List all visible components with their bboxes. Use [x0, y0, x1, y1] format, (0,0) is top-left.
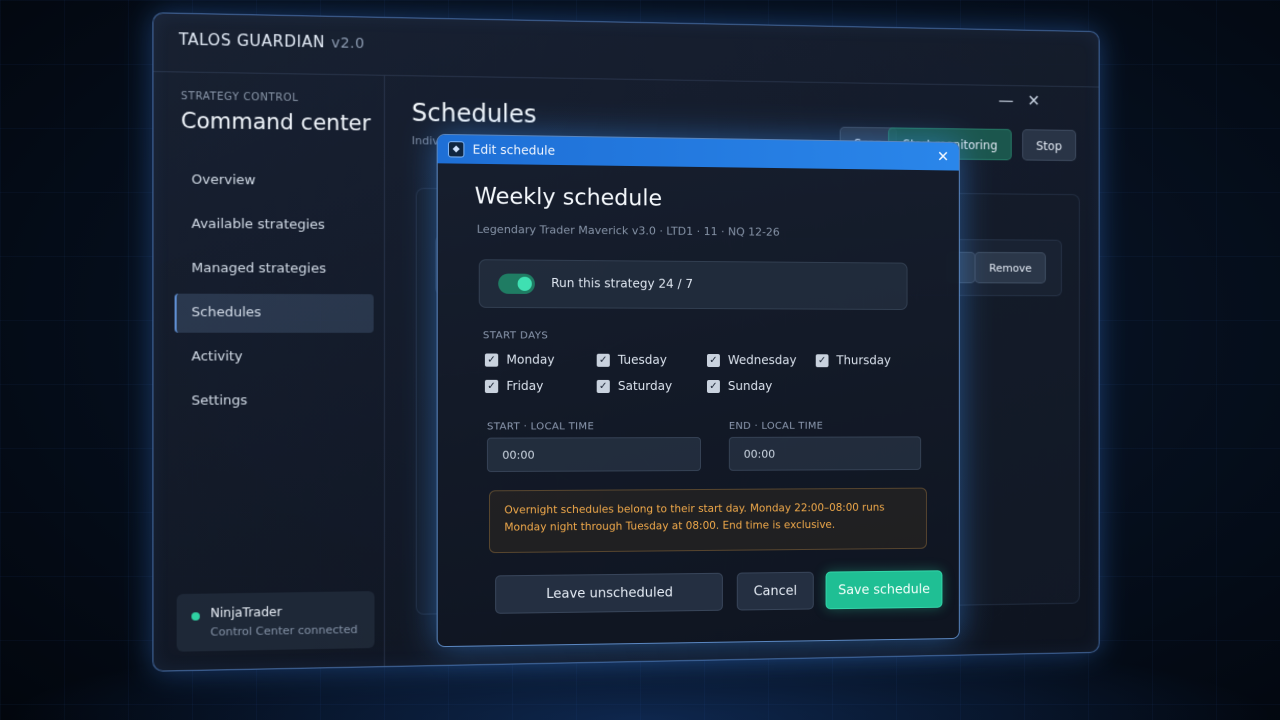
- day-saturday-checkbox[interactable]: ✓ Saturday: [596, 378, 673, 394]
- sidebar-item-available-strategies[interactable]: Available strategies: [177, 205, 384, 245]
- app-version: v2.0: [331, 35, 365, 53]
- day-tuesday-checkbox[interactable]: ✓ Tuesday: [596, 352, 667, 367]
- leave-unscheduled-button[interactable]: Leave unscheduled: [495, 572, 723, 614]
- dialog-titlebar: ◆ Edit schedule ✕: [437, 134, 959, 171]
- day-label: Monday: [506, 352, 555, 367]
- connection-status-card: NinjaTrader Control Center connected: [176, 591, 375, 652]
- checkbox-checked-icon: ✓: [706, 353, 720, 367]
- page-title: Schedules: [411, 98, 537, 129]
- sidebar: STRATEGY CONTROL Command center Overview…: [153, 71, 385, 671]
- start-days-label: START DAYS: [482, 330, 549, 342]
- checkbox-checked-icon: ✓: [815, 353, 829, 367]
- toggle-knob: [517, 276, 532, 291]
- checkbox-checked-icon: ✓: [706, 379, 720, 393]
- day-friday-checkbox[interactable]: ✓ Friday: [484, 378, 544, 394]
- sidebar-item-managed-strategies[interactable]: Managed strategies: [177, 249, 384, 289]
- day-label: Tuesday: [617, 352, 667, 367]
- app-name: TALOS GUARDIAN: [178, 30, 326, 52]
- day-label: Friday: [506, 378, 544, 394]
- end-time-label: END · LOCAL TIME: [728, 420, 824, 432]
- stop-button[interactable]: Stop: [1021, 129, 1077, 162]
- status-title: NinjaTrader: [210, 604, 282, 621]
- day-label: Wednesday: [727, 353, 797, 368]
- app-title: TALOS GUARDIAN v2.0: [179, 30, 365, 52]
- day-sunday-checkbox[interactable]: ✓ Sunday: [706, 379, 773, 393]
- checkbox-checked-icon: ✓: [596, 379, 610, 393]
- sidebar-item-overview[interactable]: Overview: [177, 161, 384, 202]
- sidebar-item-settings[interactable]: Settings: [177, 382, 384, 422]
- dialog-subheading: Legendary Trader Maverick v3.0 · LTD1 · …: [476, 222, 780, 239]
- day-wednesday-checkbox[interactable]: ✓ Wednesday: [706, 353, 797, 368]
- overnight-notice: Overnight schedules belong to their star…: [488, 487, 927, 554]
- day-thursday-checkbox[interactable]: ✓ Thursday: [815, 353, 891, 368]
- start-days-grid: ✓ Monday ✓ Tuesday ✓ Wednesday ✓ Thursda…: [484, 352, 923, 393]
- dialog-title: Edit schedule: [472, 142, 556, 158]
- run-247-toggle[interactable]: [498, 273, 535, 294]
- day-label: Sunday: [727, 379, 773, 393]
- status-subtitle: Control Center connected: [210, 622, 358, 639]
- start-time-input[interactable]: [486, 437, 702, 473]
- save-schedule-button[interactable]: Save schedule: [825, 570, 943, 610]
- day-monday-checkbox[interactable]: ✓ Monday: [484, 352, 555, 367]
- checkbox-checked-icon: ✓: [484, 379, 499, 393]
- sidebar-item-schedules[interactable]: Schedules: [174, 293, 374, 333]
- checkbox-checked-icon: ✓: [484, 352, 499, 367]
- dialog-close-icon[interactable]: ✕: [937, 148, 949, 166]
- page-subtitle: Indiv: [411, 134, 440, 148]
- sidebar-nav: Overview Available strategies Managed st…: [174, 161, 384, 426]
- sidebar-heading: Command center: [180, 108, 371, 136]
- run-247-card: Run this strategy 24 / 7: [478, 259, 908, 311]
- app-logo-icon: ◆: [447, 141, 465, 158]
- dialog-heading: Weekly schedule: [474, 184, 663, 212]
- run-247-label: Run this strategy 24 / 7: [551, 275, 694, 291]
- start-time-label: START · LOCAL TIME: [486, 421, 595, 433]
- end-time-input[interactable]: [728, 436, 922, 471]
- remove-button[interactable]: Remove: [974, 251, 1046, 284]
- sidebar-eyebrow: STRATEGY CONTROL: [180, 90, 299, 105]
- day-label: Thursday: [836, 353, 891, 368]
- sidebar-item-activity[interactable]: Activity: [177, 338, 384, 377]
- checkbox-checked-icon: ✓: [596, 353, 610, 367]
- status-dot-icon: [191, 612, 200, 621]
- cancel-button[interactable]: Cancel: [736, 571, 814, 611]
- day-label: Saturday: [617, 378, 673, 394]
- edit-schedule-dialog: ◆ Edit schedule ✕ Weekly schedule Legend…: [436, 133, 960, 648]
